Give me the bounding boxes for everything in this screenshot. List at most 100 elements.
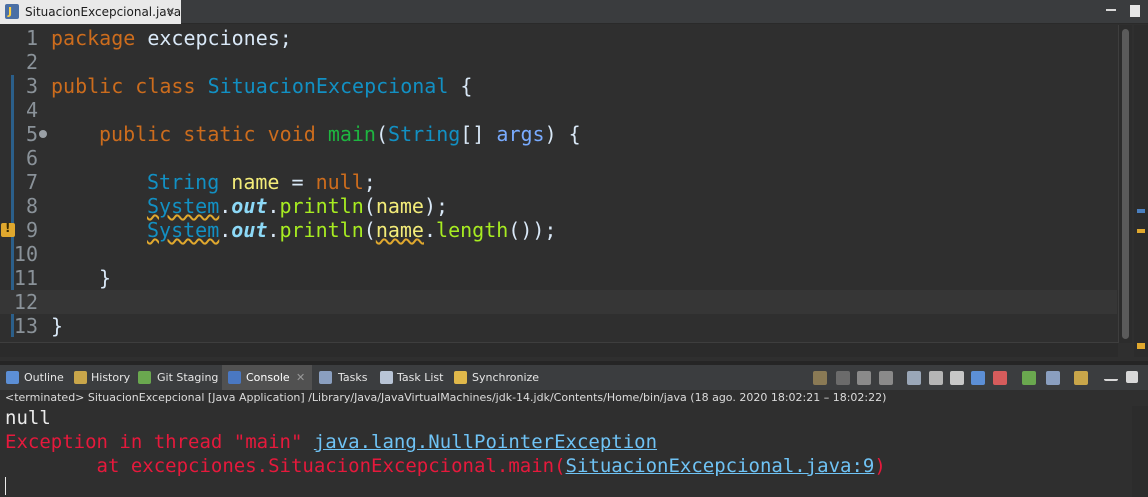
- dot: .: [267, 194, 280, 218]
- method-name: main: [327, 122, 376, 146]
- console-scrollbar[interactable]: [1132, 406, 1148, 497]
- line-number: 3: [25, 74, 38, 98]
- warning-marker[interactable]: [1137, 229, 1145, 233]
- code-line-8: System.out.println(name);: [147, 194, 448, 218]
- class-name: System: [147, 218, 220, 242]
- remove-all-terminated-icon[interactable]: [879, 371, 893, 385]
- tab-console[interactable]: Console ✕: [222, 365, 312, 390]
- tab-history[interactable]: History: [69, 365, 133, 390]
- class-name: System: [147, 194, 220, 218]
- outline-icon: [6, 371, 19, 384]
- show-stdout-icon[interactable]: [971, 371, 985, 385]
- scroll-thumb[interactable]: [1122, 29, 1129, 339]
- code-line-11: }: [99, 266, 111, 290]
- console-view[interactable]: <terminated> SituacionExcepcional [Java …: [0, 390, 1148, 497]
- keyword: void: [267, 122, 316, 146]
- exception-link[interactable]: java.lang.NullPointerException: [314, 431, 657, 453]
- show-stderr-icon[interactable]: [993, 371, 1007, 385]
- null-literal: null: [315, 170, 364, 194]
- code-line-7: String name = null;: [147, 170, 376, 194]
- editor-tab-bar: SituacionExcepcional.java ✕: [0, 0, 1148, 24]
- occurrence-marker[interactable]: [1137, 209, 1145, 213]
- overview-summary-icon[interactable]: [1137, 343, 1145, 349]
- package-name: excepciones;: [135, 26, 292, 50]
- minimize-icon[interactable]: [1104, 0, 1118, 24]
- tab-outline[interactable]: Outline: [0, 365, 66, 390]
- history-icon: [74, 371, 87, 384]
- warning-icon[interactable]: [1, 221, 15, 237]
- stdout-line: null: [5, 407, 51, 429]
- maximize-icon[interactable]: [1126, 371, 1138, 383]
- remove-launch-icon[interactable]: [857, 371, 871, 385]
- word-wrap-icon[interactable]: [950, 371, 964, 385]
- keyword: package: [51, 26, 136, 50]
- keyword: public: [99, 122, 172, 146]
- tab-synchronize[interactable]: Synchronize: [451, 365, 541, 390]
- task-list-icon: [380, 371, 393, 384]
- stack-trace-line: at excepciones.SituacionExcepcional.main…: [5, 454, 886, 478]
- tab-task-list[interactable]: Task List: [377, 365, 447, 390]
- brace: }: [51, 314, 64, 338]
- line-number: 6: [25, 146, 38, 170]
- git-staging-icon: [138, 371, 151, 384]
- scroll-lock-icon[interactable]: [929, 371, 943, 385]
- tab-label: History: [91, 371, 131, 384]
- tab-label: Synchronize: [472, 371, 540, 384]
- static-field: out: [231, 194, 268, 218]
- brace: {: [448, 74, 473, 98]
- close-icon[interactable]: ✕: [296, 365, 305, 390]
- code-line-3: public class SituacionExcepcional {: [51, 74, 472, 98]
- keyword: public: [51, 74, 124, 98]
- variable-name: name: [231, 170, 280, 194]
- tab-label: Console: [246, 371, 290, 384]
- dot: .: [219, 218, 232, 242]
- tab-label: Git Staging: [157, 371, 219, 384]
- code-line-13: }: [51, 314, 63, 338]
- semicolon: ;: [363, 170, 376, 194]
- code-line-9: System.out.println(name.length());: [147, 218, 556, 242]
- paren: (: [375, 122, 389, 146]
- minimize-icon[interactable]: [1104, 371, 1118, 381]
- close-icon[interactable]: ✕: [166, 0, 175, 24]
- paren: (: [363, 194, 376, 218]
- clear-console-icon[interactable]: [907, 371, 921, 385]
- fold-icon[interactable]: [39, 130, 47, 138]
- code-line-1: package excepciones;: [51, 26, 292, 50]
- tab-label: Task List: [397, 371, 444, 384]
- line-number: 1: [25, 26, 38, 50]
- stderr-line: Exception in thread "main" java.lang.Nul…: [5, 430, 657, 454]
- paren: );: [423, 194, 449, 218]
- code-text[interactable]: package excepciones; public class Situac…: [51, 25, 1111, 338]
- class-name: SituacionExcepcional: [207, 74, 449, 98]
- synchronize-icon: [454, 371, 467, 384]
- overview-ruler[interactable]: [1134, 25, 1148, 357]
- tab-label: Tasks: [338, 371, 368, 384]
- tab-git-staging[interactable]: Git Staging: [135, 365, 219, 390]
- line-number-gutter: 1 2 3 4 5 6 7 8 9 10 11 12 13: [13, 25, 44, 338]
- operator: =: [279, 170, 316, 194]
- horizontal-scrollbar[interactable]: [0, 342, 1118, 357]
- dot: .: [423, 218, 437, 242]
- editor-tab[interactable]: SituacionExcepcional.java ✕: [0, 0, 181, 24]
- paren: (: [363, 218, 376, 242]
- open-console-icon[interactable]: [1046, 371, 1060, 385]
- keyword: class: [135, 74, 196, 98]
- pin-console-icon[interactable]: [813, 371, 827, 385]
- display-console-icon[interactable]: [1022, 371, 1036, 385]
- array-brackets: []: [460, 122, 497, 146]
- line-number: 2: [25, 50, 38, 74]
- variable-name: name: [375, 194, 424, 218]
- vertical-scrollbar[interactable]: [1118, 25, 1132, 343]
- line-number: 11: [13, 266, 38, 290]
- parameter-name: args: [496, 122, 545, 146]
- exception-prefix: Exception in thread "main": [5, 431, 314, 453]
- tab-tasks[interactable]: Tasks: [316, 365, 370, 390]
- variable-name: name: [375, 218, 424, 242]
- code-editor[interactable]: 1 2 3 4 5 6 7 8 9 10 11 12 13 package ex…: [0, 25, 1148, 357]
- terminate-icon[interactable]: [836, 371, 850, 385]
- maximize-icon[interactable]: [1128, 0, 1142, 24]
- line-number: 12: [13, 290, 38, 314]
- source-link[interactable]: SituacionExcepcional.java:9: [566, 455, 875, 477]
- new-console-icon[interactable]: [1074, 371, 1088, 385]
- method-call: println: [279, 194, 364, 218]
